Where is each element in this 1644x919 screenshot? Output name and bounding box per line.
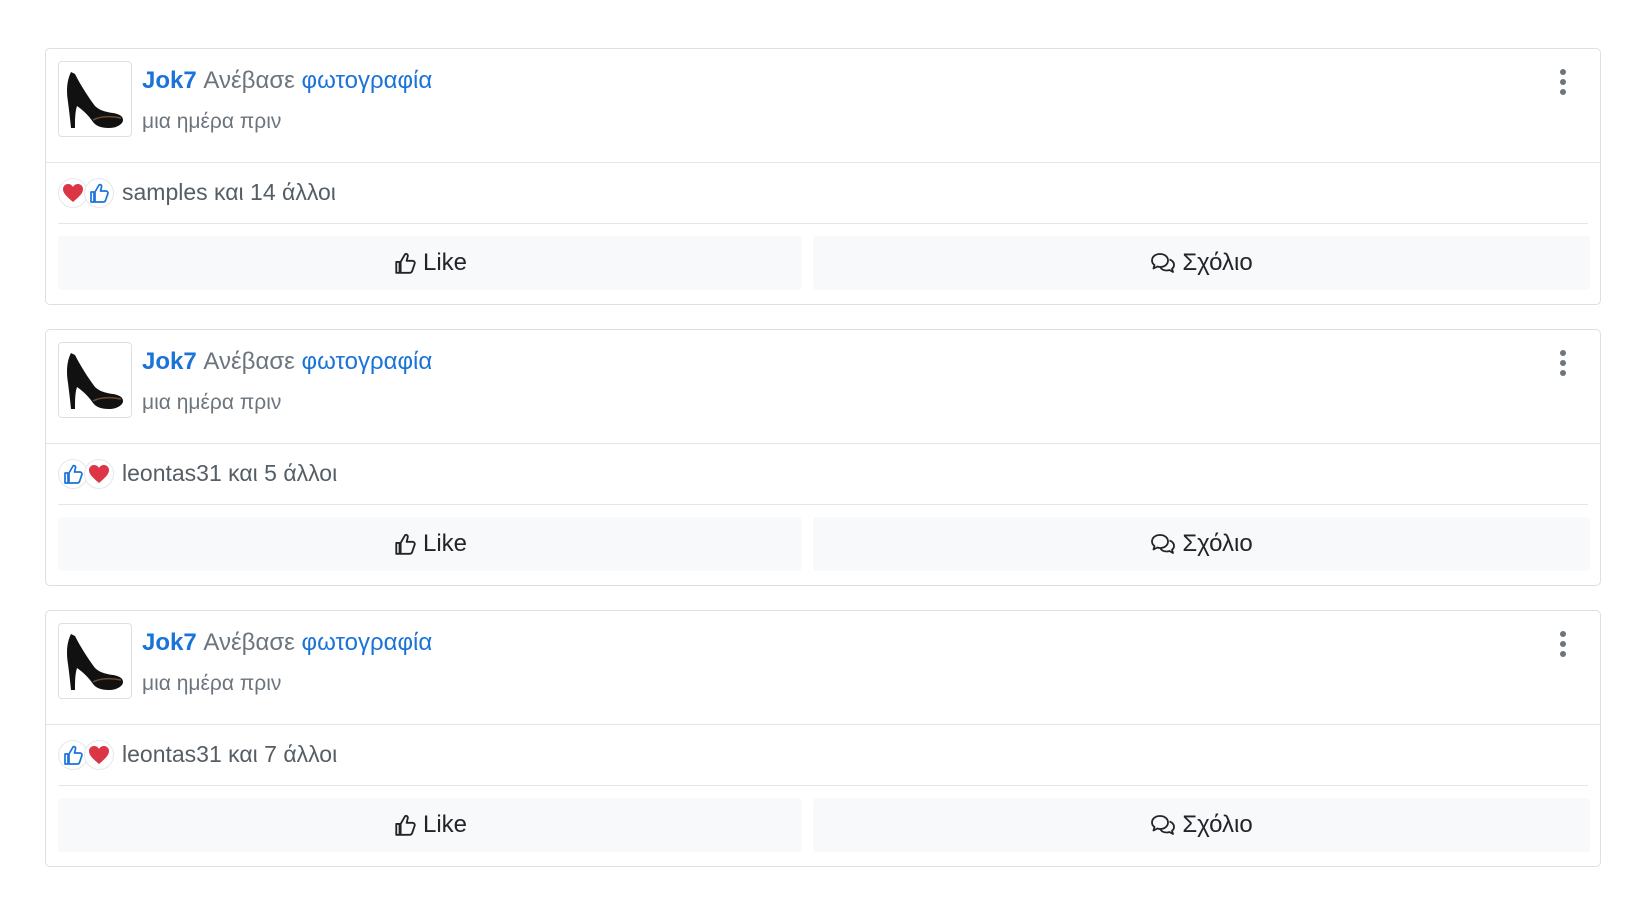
author-link[interactable]: Jok7 xyxy=(142,67,197,94)
post-header: Jok7 Ανέβασε φωτογραφία μια ημέρα πριν xyxy=(46,611,1600,725)
post-action-text: Ανέβασε xyxy=(203,348,295,375)
reactions-summary[interactable]: leontas31 και 5 άλλοι xyxy=(58,443,1588,505)
heart-icon xyxy=(84,739,114,770)
high-heel-shoe-icon xyxy=(67,634,123,690)
reactions-summary[interactable]: samples και 14 άλλοι xyxy=(58,162,1588,224)
like-button[interactable]: Like xyxy=(58,517,802,571)
more-options-icon[interactable] xyxy=(1558,350,1568,376)
thumbs-up-icon xyxy=(395,252,416,274)
author-link[interactable]: Jok7 xyxy=(142,629,197,656)
thumbs-up-icon xyxy=(84,177,114,208)
post-actions: Like Σχόλιο xyxy=(58,798,1590,852)
author-link[interactable]: Jok7 xyxy=(142,348,197,375)
like-label: Like xyxy=(422,530,468,557)
reactions-text[interactable]: leontas31 και 5 άλλοι xyxy=(122,460,337,487)
like-label: Like xyxy=(422,811,468,838)
like-label: Like xyxy=(422,249,468,276)
post-header: Jok7 Ανέβασε φωτογραφία μια ημέρα πριν xyxy=(46,330,1600,444)
avatar[interactable] xyxy=(58,342,132,418)
post-title-line: Jok7 Ανέβασε φωτογραφία xyxy=(142,629,432,657)
post-actions: Like Σχόλιο xyxy=(58,236,1590,290)
comment-button[interactable]: Σχόλιο xyxy=(813,798,1590,852)
like-button[interactable]: Like xyxy=(58,236,802,290)
post-timestamp: μια ημέρα πριν xyxy=(142,672,282,695)
photo-link[interactable]: φωτογραφία xyxy=(302,348,433,375)
comment-label: Σχόλιο xyxy=(1182,530,1253,557)
post-card: Jok7 Ανέβασε φωτογραφία μια ημέρα πριν l… xyxy=(45,610,1601,867)
post-timestamp: μια ημέρα πριν xyxy=(142,391,282,414)
photo-link[interactable]: φωτογραφία xyxy=(302,629,433,656)
thumbs-up-icon xyxy=(395,533,416,555)
comments-icon xyxy=(1151,534,1176,554)
post-title-line: Jok7 Ανέβασε φωτογραφία xyxy=(142,348,432,376)
high-heel-shoe-icon xyxy=(67,72,123,128)
post-card: Jok7 Ανέβασε φωτογραφία μια ημέρα πριν s… xyxy=(45,48,1601,305)
avatar[interactable] xyxy=(58,61,132,137)
more-options-icon[interactable] xyxy=(1558,69,1568,95)
comment-label: Σχόλιο xyxy=(1182,811,1253,838)
post-title-line: Jok7 Ανέβασε φωτογραφία xyxy=(142,67,432,95)
post-card: Jok7 Ανέβασε φωτογραφία μια ημέρα πριν l… xyxy=(45,329,1601,586)
photo-link[interactable]: φωτογραφία xyxy=(302,67,433,94)
post-action-text: Ανέβασε xyxy=(203,629,295,656)
reactions-summary[interactable]: leontas31 και 7 άλλοι xyxy=(58,724,1588,786)
comments-icon xyxy=(1151,253,1176,273)
comment-label: Σχόλιο xyxy=(1182,249,1253,276)
reactions-text[interactable]: samples και 14 άλλοι xyxy=(122,179,336,206)
post-actions: Like Σχόλιο xyxy=(58,517,1590,571)
post-header: Jok7 Ανέβασε φωτογραφία μια ημέρα πριν xyxy=(46,49,1600,163)
more-options-icon[interactable] xyxy=(1558,631,1568,657)
post-action-text: Ανέβασε xyxy=(203,67,295,94)
avatar[interactable] xyxy=(58,623,132,699)
post-feed: Jok7 Ανέβασε φωτογραφία μια ημέρα πριν s… xyxy=(45,48,1601,891)
comment-button[interactable]: Σχόλιο xyxy=(813,517,1590,571)
heart-icon xyxy=(84,458,114,489)
like-button[interactable]: Like xyxy=(58,798,802,852)
comments-icon xyxy=(1151,815,1176,835)
comment-button[interactable]: Σχόλιο xyxy=(813,236,1590,290)
thumbs-up-icon xyxy=(395,814,416,836)
reactions-text[interactable]: leontas31 και 7 άλλοι xyxy=(122,741,337,768)
high-heel-shoe-icon xyxy=(67,353,123,409)
post-timestamp: μια ημέρα πριν xyxy=(142,110,282,133)
